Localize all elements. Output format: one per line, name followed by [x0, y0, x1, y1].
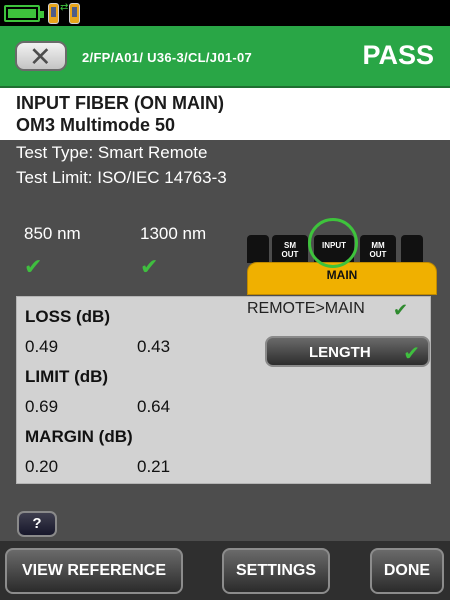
checkmark-icon: ✔ [140, 254, 159, 279]
port-block [247, 235, 269, 263]
settings-button[interactable]: SETTINGS [222, 548, 330, 594]
status-bar: ⇄ [0, 0, 450, 26]
main-unit-label: MAIN [326, 268, 358, 282]
main-unit-icon [48, 3, 59, 24]
wavelength-850: 850 nm [24, 224, 81, 243]
test-limit: Test Limit: ISO/IEC 14763-3 [16, 168, 227, 187]
results-panel: LOSS (dB) 0.49 0.43 LIMIT (dB) 0.69 0.64… [16, 296, 431, 484]
close-x-icon: ✕ [29, 42, 52, 72]
limit-1300: 0.64 [137, 397, 171, 416]
checkmark-icon: ✔ [403, 343, 420, 365]
loss-label: LOSS (dB) [25, 307, 110, 326]
loss-1300: 0.43 [137, 337, 171, 356]
length-label: LENGTH [309, 344, 371, 361]
length-button[interactable]: LENGTH ✔ [265, 336, 430, 367]
highlight-ring [308, 218, 358, 268]
fiber-type: OM3 Multimode 50 [16, 115, 176, 135]
done-button[interactable]: DONE [370, 548, 444, 594]
checkmark-icon: ✔ [24, 254, 43, 279]
loss-850: 0.49 [25, 337, 59, 356]
checkmark-icon: ✔ [393, 300, 409, 320]
port-sm-out: SM OUT [272, 235, 308, 263]
test-result: PASS [362, 40, 434, 70]
info-title: INPUT FIBER (ON MAIN) [16, 93, 224, 113]
main-unit-diagram: SM OUT INPUT MM OUT MAIN [247, 218, 437, 295]
help-button[interactable]: ? [17, 511, 57, 537]
margin-850: 0.20 [25, 457, 59, 476]
direction-label: REMOTE>MAIN [247, 300, 365, 317]
fiber-info-panel: INPUT FIBER (ON MAIN) OM3 Multimode 50 [0, 88, 450, 140]
bottom-toolbar: VIEW REFERENCE SETTINGS DONE [0, 541, 450, 600]
battery-icon [4, 5, 44, 22]
limit-label: LIMIT (dB) [25, 367, 109, 386]
port-block [401, 235, 423, 263]
view-reference-button[interactable]: VIEW REFERENCE [5, 548, 183, 594]
remote-unit-icon [69, 3, 80, 24]
cable-id: 2/FP/A01/ U36-3/CL/J01-07 [82, 50, 253, 65]
port-mm-out: MM OUT [360, 235, 396, 263]
wavelength-1300: 1300 nm [140, 224, 207, 243]
margin-label: MARGIN (dB) [25, 427, 133, 446]
margin-1300: 0.21 [137, 457, 171, 476]
test-type: Test Type: Smart Remote [16, 143, 208, 162]
header-bar: ✕ 2/FP/A01/ U36-3/CL/J01-07 PASS [0, 26, 450, 88]
link-arrows-icon: ⇄ [60, 2, 69, 13]
limit-850: 0.69 [25, 397, 59, 416]
back-button[interactable]: ✕ [15, 41, 67, 72]
